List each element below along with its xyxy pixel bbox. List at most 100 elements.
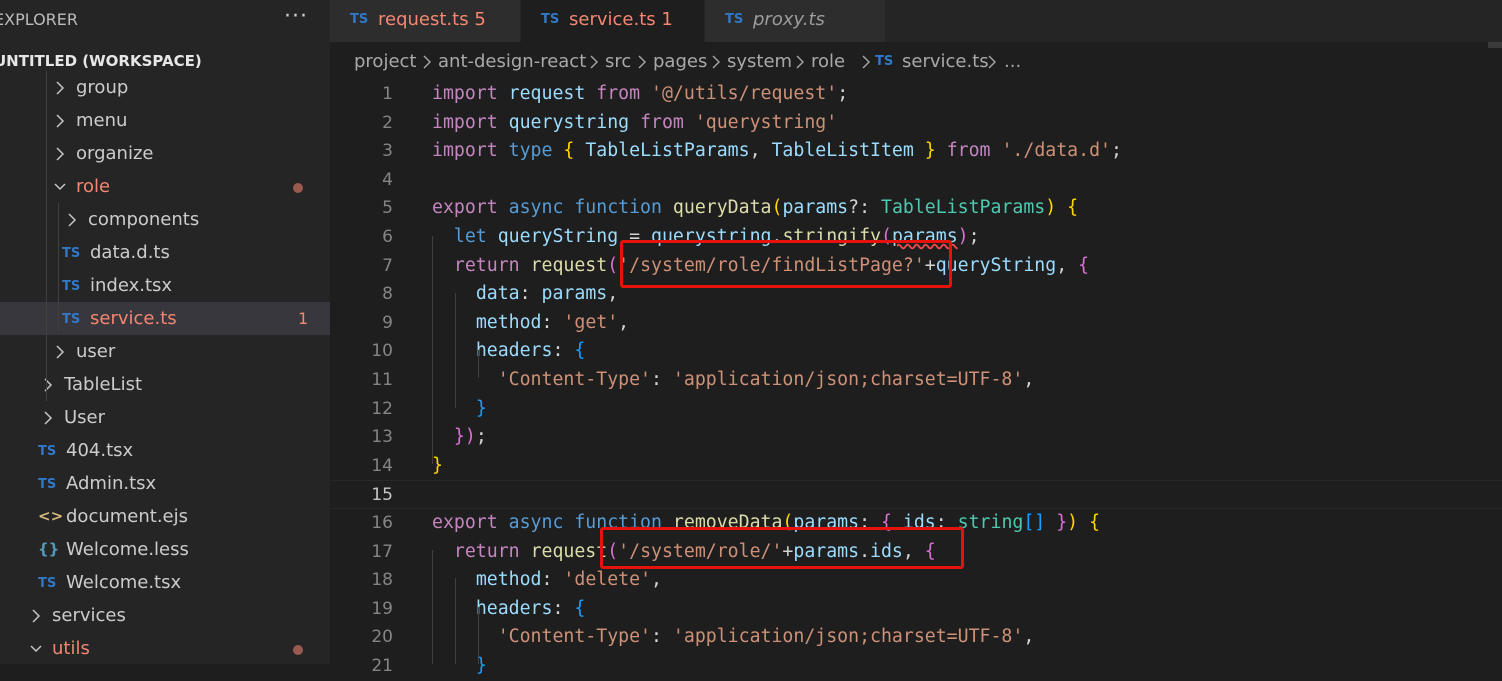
- breadcrumb-ellipsis[interactable]: ...: [1004, 42, 1021, 82]
- code-token: export: [432, 197, 498, 219]
- chevron-down-icon[interactable]: [28, 632, 44, 657]
- tree-item-group[interactable]: group: [0, 71, 330, 104]
- chevron-right-icon[interactable]: [64, 203, 80, 228]
- explorer-title: EXPLORER: [0, 10, 78, 29]
- code-token: ): [1045, 197, 1057, 219]
- code-token: export: [432, 512, 498, 533]
- tree-item-404-tsx[interactable]: TS 404.tsx: [0, 434, 330, 467]
- code-token: request: [530, 540, 608, 562]
- code-text: }: [432, 452, 443, 481]
- code-line[interactable]: 11 'Content-Type': 'application/json;cha…: [330, 366, 1502, 395]
- breadcrumb-item[interactable]: src: [605, 42, 631, 82]
- tab-proxy-ts[interactable]: TS proxy.ts: [705, 0, 885, 42]
- chevron-down-icon[interactable]: [52, 170, 68, 195]
- problem-count: 1: [298, 309, 309, 328]
- more-actions-icon[interactable]: ···: [284, 4, 308, 29]
- tree-item-label: 404.tsx: [66, 440, 134, 461]
- highlight-box-findlistpage: [620, 240, 952, 288]
- code-line[interactable]: 18 method: 'delete',: [330, 566, 1502, 595]
- breadcrumb-item[interactable]: system: [727, 42, 792, 82]
- breadcrumb-item[interactable]: project: [354, 42, 416, 82]
- tree-item-document-ejs[interactable]: <> document.ejs: [0, 500, 330, 533]
- tree-item-user[interactable]: User: [0, 401, 330, 434]
- chevron-right-icon[interactable]: [52, 137, 68, 162]
- code-text: import request from '@/utils/request';: [432, 80, 848, 109]
- tree-item-menu[interactable]: menu: [0, 104, 330, 137]
- code-text: }: [432, 395, 487, 424]
- tree-item-services[interactable]: services: [0, 599, 330, 632]
- code-line[interactable]: 3 import type { TableListParams, TableLis…: [330, 137, 1502, 166]
- tree-item-service-ts[interactable]: TS service.ts 1: [0, 302, 330, 335]
- tree-item-components[interactable]: components: [0, 203, 330, 236]
- tree-item-user[interactable]: user: [0, 335, 330, 368]
- tab-service-ts[interactable]: TS service.ts 1: [521, 0, 882, 42]
- code-line[interactable]: 9 method: 'get',: [330, 309, 1502, 338]
- tree-item-organize[interactable]: organize: [0, 137, 330, 170]
- code-token: {: [1089, 512, 1101, 533]
- line-number: 9: [382, 312, 393, 333]
- code-token: return: [453, 540, 520, 562]
- code-line[interactable]: 15: [330, 480, 1502, 509]
- chevron-right-icon[interactable]: [28, 599, 44, 624]
- code-line[interactable]: 1 import request from '@/utils/request';: [330, 80, 1502, 109]
- tree-item-label: organize: [76, 143, 154, 164]
- tree-item-data-d-ts[interactable]: TS data.d.ts: [0, 236, 330, 269]
- typescript-file-icon: TS: [350, 12, 369, 27]
- code-token: request: [508, 83, 586, 104]
- breadcrumb-file[interactable]: service.ts: [902, 42, 989, 82]
- code-line[interactable]: 21 }: [330, 652, 1502, 681]
- tree-item-label: index.tsx: [90, 275, 173, 296]
- breadcrumb-item[interactable]: pages: [653, 42, 707, 82]
- chevron-right-icon[interactable]: [52, 71, 68, 96]
- code-token: TableListParams: [881, 197, 1046, 219]
- chevron-right-icon[interactable]: [52, 104, 68, 129]
- code-line[interactable]: 2 import querystring from 'querystring': [330, 109, 1502, 138]
- code-line[interactable]: 12 }: [330, 395, 1502, 424]
- chevron-right-icon[interactable]: [52, 335, 68, 360]
- tab-request-ts[interactable]: TS request.ts 5: [330, 0, 520, 42]
- code-line[interactable]: 13 });: [330, 423, 1502, 452]
- code-token: ;: [837, 83, 849, 104]
- code-token: 'Content-Type': [497, 626, 652, 648]
- code-editor[interactable]: 1 import request from '@/utils/request'; 2…: [330, 80, 1502, 676]
- chevron-right-icon[interactable]: [40, 401, 56, 426]
- tree-item-index-tsx[interactable]: TS index.tsx: [0, 269, 330, 302]
- breadcrumb-item[interactable]: ant-design-react: [438, 42, 586, 82]
- tree-item-welcome-less[interactable]: {} Welcome.less: [0, 533, 330, 566]
- code-line[interactable]: 19 headers: {: [330, 595, 1502, 624]
- code-token: from: [946, 140, 991, 162]
- code-line[interactable]: 4: [330, 166, 1502, 195]
- code-line[interactable]: 5 export async function queryData(params?…: [330, 194, 1502, 223]
- breadcrumb-item[interactable]: role: [811, 42, 845, 82]
- code-token: type: [508, 140, 553, 162]
- typescript-file-icon: TS: [541, 12, 560, 27]
- chevron-right-icon[interactable]: [40, 368, 56, 393]
- code-line[interactable]: 10 headers: {: [330, 337, 1502, 366]
- code-token: }: [1056, 512, 1068, 533]
- code-line[interactable]: 14}: [330, 452, 1502, 481]
- line-number: 3: [382, 141, 393, 162]
- code-line[interactable]: 20 'Content-Type': 'application/json;cha…: [330, 623, 1502, 652]
- code-token: ,: [1056, 254, 1079, 276]
- tree-item-role[interactable]: role: [0, 170, 330, 203]
- typescript-file-icon: TS: [875, 54, 894, 69]
- tree-item-welcome-tsx[interactable]: TS Welcome.tsx: [0, 566, 330, 599]
- tree-item-label: Admin.tsx: [66, 473, 157, 494]
- tree-item-admin-tsx[interactable]: TS Admin.tsx: [0, 467, 330, 500]
- tree-item-utils[interactable]: utils: [0, 632, 330, 664]
- tree-indent-guide: [46, 71, 47, 401]
- tree-item-tablelist[interactable]: TableList: [0, 368, 330, 401]
